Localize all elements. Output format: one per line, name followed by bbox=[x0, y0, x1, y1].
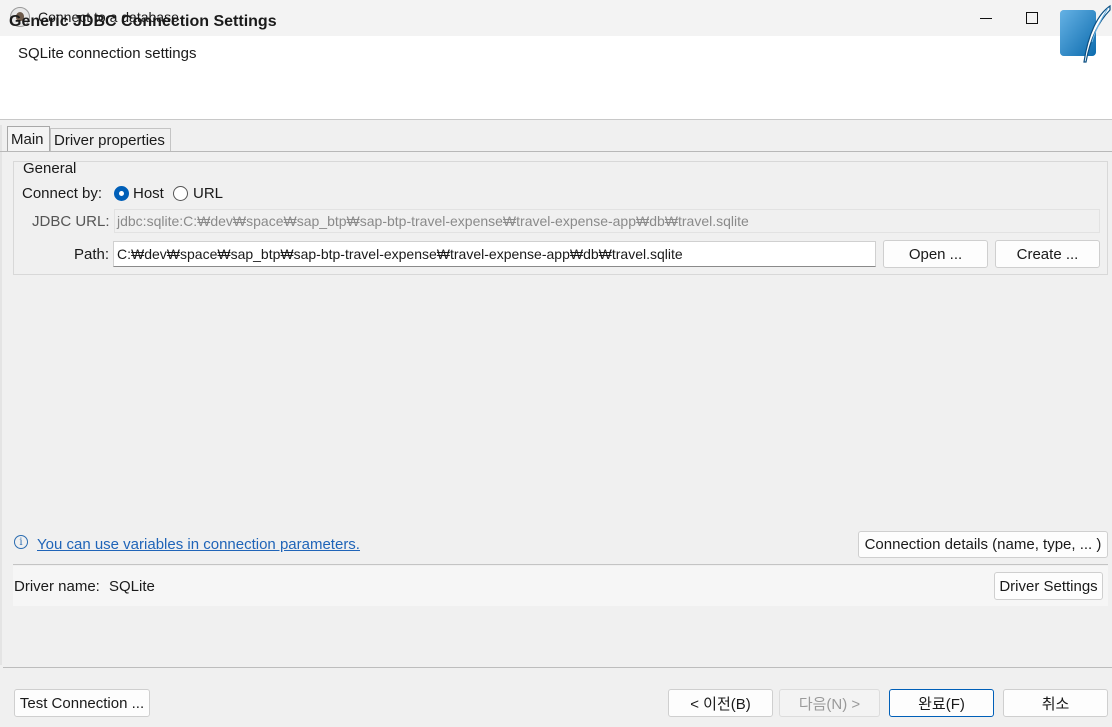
connect-by-host-radio[interactable] bbox=[114, 186, 129, 201]
tab-driver-properties[interactable]: Driver properties bbox=[50, 128, 171, 151]
divider bbox=[13, 564, 1108, 565]
sqlite-logo-icon bbox=[1060, 4, 1111, 63]
connect-by-label: Connect by: bbox=[22, 185, 103, 202]
page-subtitle: SQLite connection settings bbox=[18, 45, 197, 62]
footer-divider bbox=[3, 667, 1112, 668]
info-icon: i bbox=[14, 535, 28, 549]
general-group-legend: General bbox=[23, 160, 77, 177]
cancel-button[interactable]: 취소 bbox=[1003, 689, 1108, 717]
driver-settings-button[interactable]: Driver Settings bbox=[994, 572, 1103, 600]
create-file-button[interactable]: Create ... bbox=[995, 240, 1100, 268]
path-label: Path: bbox=[74, 246, 110, 263]
tab-main[interactable]: Main bbox=[7, 126, 50, 151]
left-edge-strip bbox=[0, 125, 2, 665]
next-button[interactable]: 다음(N) > bbox=[779, 689, 880, 717]
driver-name-label: Driver name: bbox=[14, 578, 100, 595]
connect-by-url-radio[interactable] bbox=[173, 186, 188, 201]
test-connection-button[interactable]: Test Connection ... bbox=[14, 689, 150, 717]
page-title: Generic JDBC Connection Settings bbox=[9, 13, 277, 30]
driver-panel bbox=[13, 566, 1108, 606]
path-input[interactable]: C:₩dev₩space₩sap_btp₩sap-btp-travel-expe… bbox=[113, 241, 876, 267]
maximize-button[interactable] bbox=[1009, 0, 1055, 36]
connection-details-button[interactable]: Connection details (name, type, ... ) bbox=[858, 531, 1108, 558]
maximize-icon bbox=[1026, 12, 1038, 24]
connect-by-host-label[interactable]: Host bbox=[133, 185, 164, 202]
open-file-button[interactable]: Open ... bbox=[883, 240, 988, 268]
minimize-button[interactable] bbox=[963, 0, 1009, 36]
variables-help-link[interactable]: You can use variables in connection para… bbox=[37, 536, 360, 553]
jdbc-url-label: JDBC URL: bbox=[32, 213, 110, 230]
connect-by-url-label[interactable]: URL bbox=[193, 185, 223, 202]
minimize-icon bbox=[980, 17, 992, 19]
driver-name-value: SQLite bbox=[109, 578, 155, 595]
back-button[interactable]: < 이전(B) bbox=[668, 689, 773, 717]
jdbc-url-field: jdbc:sqlite:C:₩dev₩space₩sap_btp₩sap-btp… bbox=[114, 209, 1100, 233]
finish-button[interactable]: 완료(F) bbox=[889, 689, 994, 717]
